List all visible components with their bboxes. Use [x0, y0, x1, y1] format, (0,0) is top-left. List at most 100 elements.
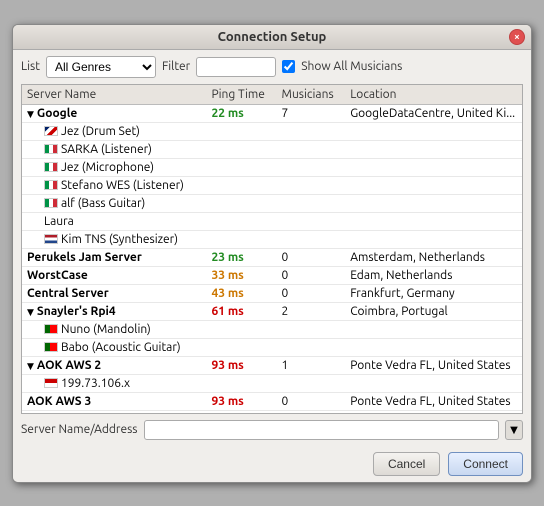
table-row[interactable]: SARKA (Listener) [22, 140, 522, 158]
server-table: Server Name Ping Time Musicians Location… [22, 85, 522, 414]
cell-musicians: 0 [277, 266, 346, 284]
server-address-label: Server Name/Address [21, 423, 138, 436]
table-row[interactable]: Stefano WES (Listener) [22, 176, 522, 194]
cell-location: Edam, Netherlands [345, 266, 522, 284]
cell-ping [206, 338, 276, 356]
filter-label: Filter [162, 60, 190, 73]
cell-server-name: Nuno (Mandolin) [22, 320, 206, 338]
cell-server-name: alf (Bass Guitar) [22, 194, 206, 212]
col-header-location: Location [345, 85, 522, 105]
table-row[interactable]: alf (Bass Guitar) [22, 194, 522, 212]
cell-ping: 43 ms [206, 284, 276, 302]
filter-input[interactable] [196, 57, 276, 77]
cell-server-name: Babo (Acoustic Guitar) [22, 338, 206, 356]
cell-location [345, 158, 522, 176]
list-label: List [21, 60, 40, 73]
cell-musicians: 0 [277, 284, 346, 302]
cell-musicians [277, 140, 346, 158]
table-row[interactable]: ▼Snayler's Rpi461 ms2Coimbra, Portugal [22, 302, 522, 320]
toolbar: List All Genres Rock Jazz Classical Filt… [13, 50, 531, 84]
col-header-musicians: Musicians [277, 85, 346, 105]
cell-ping: 33 ms [206, 266, 276, 284]
cell-location [345, 374, 522, 392]
cell-ping [206, 140, 276, 158]
cell-server-name: Stefano WES (Listener) [22, 176, 206, 194]
cell-ping: 22 ms [206, 104, 276, 122]
table-row[interactable]: Nuno (Mandolin) [22, 320, 522, 338]
cell-ping: 93 ms [206, 392, 276, 410]
cell-server-name: WorstCase [22, 266, 206, 284]
cell-location: Frankfurt, Germany [345, 284, 522, 302]
cancel-button[interactable]: Cancel [373, 452, 440, 476]
cell-location [345, 140, 522, 158]
list-dropdown[interactable]: All Genres Rock Jazz Classical [46, 56, 156, 78]
server-table-container: Server Name Ping Time Musicians Location… [21, 84, 523, 414]
cell-ping [206, 194, 276, 212]
connect-button[interactable]: Connect [448, 452, 523, 476]
cell-server-name: Central Server [22, 284, 206, 302]
table-row[interactable]: WorstCase33 ms0Edam, Netherlands [22, 266, 522, 284]
cell-ping [206, 320, 276, 338]
button-bar: Cancel Connect [13, 446, 531, 482]
cell-ping [206, 212, 276, 230]
cell-server-name: ▼Snayler's Rpi4 [22, 302, 206, 320]
cell-server-name: 199.73.106.x [22, 374, 206, 392]
close-button[interactable]: × [509, 29, 525, 45]
table-row[interactable]: Jez (Microphone) [22, 158, 522, 176]
table-row[interactable]: Perukels Jam Server23 ms0Amsterdam, Neth… [22, 248, 522, 266]
cell-musicians: 1 [277, 356, 346, 374]
table-row[interactable]: ▼Google22 ms7GoogleDataCentre, United Ki… [22, 104, 522, 122]
cell-ping [206, 230, 276, 248]
cell-musicians [277, 122, 346, 140]
cell-musicians [277, 230, 346, 248]
server-address-input[interactable] [144, 420, 499, 440]
cell-server-name: Laura [22, 212, 206, 230]
table-row[interactable]: ▼AOK AWS 293 ms1Ponte Vedra FL, United S… [22, 356, 522, 374]
col-header-ping: Ping Time [206, 85, 276, 105]
cell-location: Ponte Vedra FL, United States [345, 392, 522, 410]
cell-location: GoogleDataCentre, United Ki... [345, 104, 522, 122]
col-header-name: Server Name [22, 85, 206, 105]
table-row[interactable]: Laura [22, 212, 522, 230]
cell-musicians [277, 176, 346, 194]
table-row[interactable]: Kim TNS (Synthesizer) [22, 230, 522, 248]
cell-location: Amsterdam, Netherlands [345, 248, 522, 266]
cell-location [345, 230, 522, 248]
cell-location [345, 194, 522, 212]
cell-location: Ponte Vedra FL, United States [345, 356, 522, 374]
dialog-title: Connection Setup [218, 30, 327, 44]
cell-server-name: ▼Google [22, 104, 206, 122]
table-row[interactable]: 199.73.106.x [22, 374, 522, 392]
cell-location [345, 176, 522, 194]
cell-musicians: 7 [277, 104, 346, 122]
cell-ping: 93 ms [206, 356, 276, 374]
server-address-dropdown[interactable]: ▼ [505, 420, 523, 440]
cell-location [345, 320, 522, 338]
connection-setup-dialog: Connection Setup × List All Genres Rock … [12, 24, 532, 483]
cell-server-name: AOK AWS 3 [22, 392, 206, 410]
show-musicians-checkbox[interactable] [282, 60, 295, 73]
cell-musicians [277, 158, 346, 176]
bottom-bar: Server Name/Address ▼ [13, 414, 531, 446]
cell-location [345, 338, 522, 356]
cell-musicians [277, 374, 346, 392]
cell-server-name: SARKA (Listener) [22, 140, 206, 158]
cell-musicians: 0 [277, 248, 346, 266]
cell-server-name: ▼AOK AWS 2 [22, 356, 206, 374]
cell-musicians [277, 194, 346, 212]
table-row[interactable]: AOK AWS 393 ms0Ponte Vedra FL, United St… [22, 392, 522, 410]
table-row[interactable]: Jez (Drum Set) [22, 122, 522, 140]
cell-musicians: 0 [277, 392, 346, 410]
table-row[interactable]: Central Server43 ms0Frankfurt, Germany [22, 284, 522, 302]
cell-musicians [277, 320, 346, 338]
cell-location [345, 212, 522, 230]
cell-server-name: Perukels Jam Server [22, 248, 206, 266]
cell-location: Coimbra, Portugal [345, 302, 522, 320]
cell-musicians [277, 338, 346, 356]
table-row[interactable]: Babo (Acoustic Guitar) [22, 338, 522, 356]
cell-musicians [277, 212, 346, 230]
cell-server-name: Kim TNS (Synthesizer) [22, 230, 206, 248]
cell-server-name: Jez (Drum Set) [22, 122, 206, 140]
cell-ping: 61 ms [206, 302, 276, 320]
titlebar: Connection Setup × [13, 25, 531, 50]
